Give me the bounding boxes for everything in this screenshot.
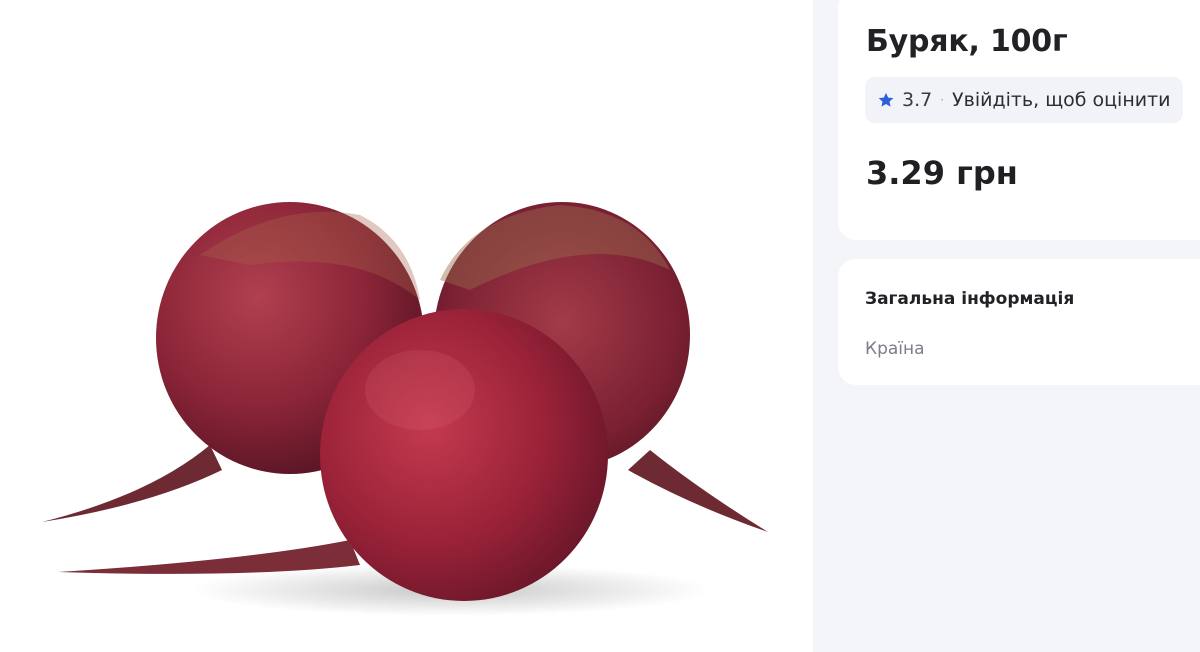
rating-value: 3.7 (902, 89, 933, 111)
general-info-card: Загальна інформація Країна (838, 259, 1200, 385)
beet-front-highlight (365, 350, 475, 430)
beetroot-illustration (42, 202, 768, 616)
rating-separator: · (940, 93, 945, 107)
product-title: Буряк, 100г (866, 24, 1068, 59)
general-info-title: Загальна інформація (865, 289, 1075, 309)
product-price: 3.29 грн (866, 154, 1018, 192)
beet-root-right (628, 450, 768, 532)
product-page: Буряк, 100г 3.7 · Увійдіть, щоб оцінити … (0, 0, 1200, 652)
login-to-rate-link[interactable]: Увійдіть, щоб оцінити (952, 89, 1170, 111)
beet-root-front (58, 540, 360, 574)
country-label: Країна (865, 339, 925, 359)
product-info-card: Буряк, 100г 3.7 · Увійдіть, щоб оцінити … (838, 0, 1200, 240)
beet-root-left (42, 445, 222, 522)
rating-box[interactable]: 3.7 · Увійдіть, щоб оцінити (865, 77, 1183, 123)
star-icon (877, 91, 895, 109)
beet-front (320, 309, 608, 601)
product-image[interactable] (0, 0, 813, 652)
